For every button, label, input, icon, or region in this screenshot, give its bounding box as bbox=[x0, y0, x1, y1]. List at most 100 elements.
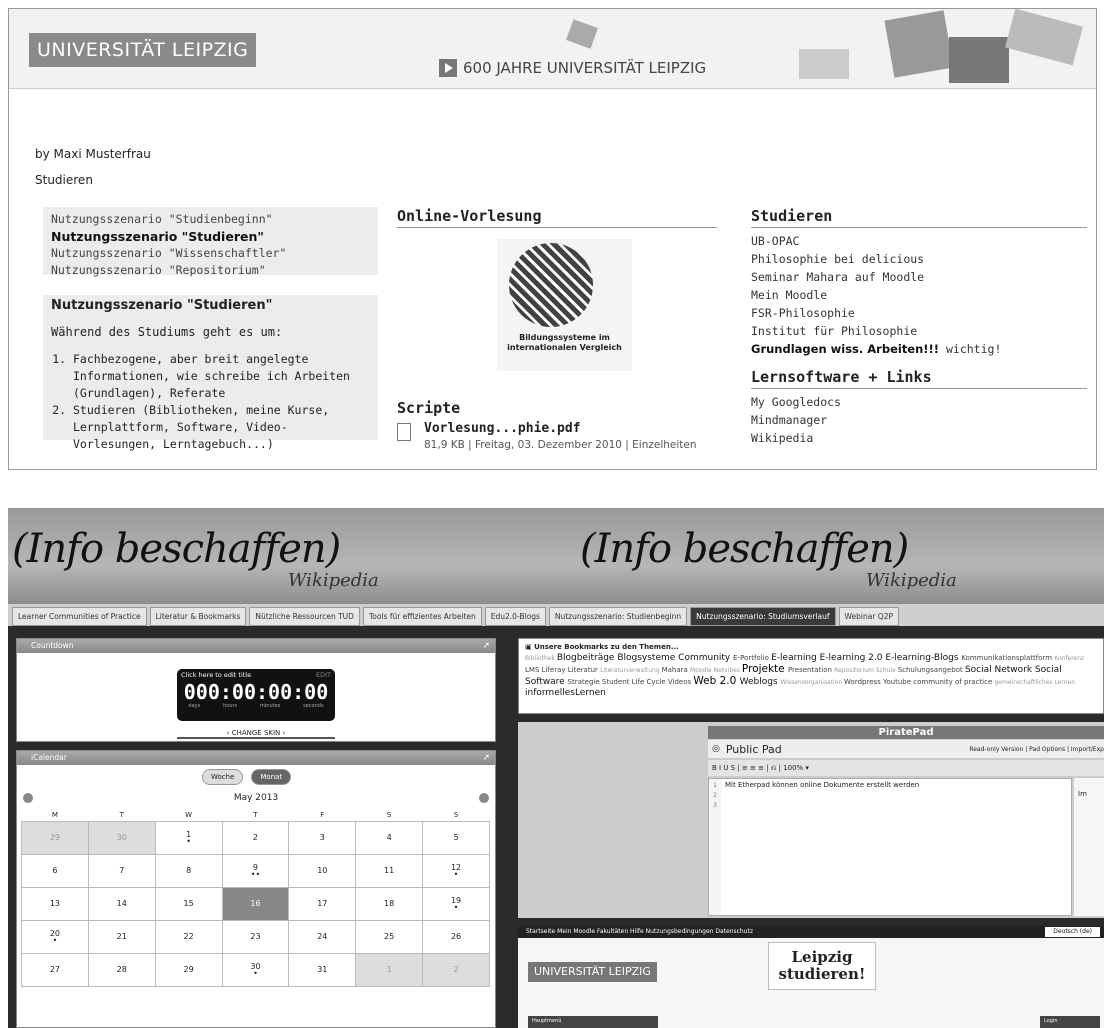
bookmark-tag[interactable]: Videos bbox=[668, 678, 693, 686]
script-file-link[interactable]: Vorlesung...phie.pdf bbox=[424, 421, 581, 436]
calendar-day[interactable]: 6 bbox=[21, 853, 89, 888]
bookmark-tag[interactable]: Blogsysteme bbox=[617, 653, 678, 663]
link-fsr-philosophie[interactable]: FSR-Philosophie bbox=[751, 304, 1087, 322]
calendar-day[interactable]: 27 bbox=[21, 952, 89, 987]
link-seminar-mahara[interactable]: Seminar Mahara auf Moodle bbox=[751, 268, 1087, 286]
bookmark-tag[interactable]: Weblogs bbox=[740, 677, 781, 687]
bookmark-tag[interactable]: Moodle bbox=[690, 667, 714, 674]
bookmark-tag[interactable]: E-learning-Blogs bbox=[885, 653, 961, 663]
bookmark-tag[interactable]: Liferay bbox=[542, 666, 568, 674]
bookmark-tag[interactable]: Presentation bbox=[788, 666, 834, 674]
link-ub-opac[interactable]: UB-OPAC bbox=[751, 232, 1087, 250]
calendar-day[interactable]: 2 bbox=[221, 820, 290, 855]
calendar-day[interactable]: 2 bbox=[422, 952, 490, 987]
link-philosophie-delicious[interactable]: Philosophie bei delicious bbox=[751, 250, 1087, 268]
bookmark-tag[interactable]: E-learning bbox=[771, 653, 820, 663]
calendar-day[interactable]: 1 • bbox=[154, 820, 223, 855]
tab-5[interactable]: Nutzungsszenario: Studienbeginn bbox=[548, 607, 688, 626]
bookmark-tag[interactable]: Wissensorganisation bbox=[781, 679, 845, 686]
pad-options[interactable]: Read-only Version | Pad Options | Import… bbox=[969, 746, 1104, 753]
bookmark-tag[interactable]: Netvibes bbox=[714, 667, 742, 674]
bookmark-tag[interactable]: LMS bbox=[525, 666, 542, 674]
bookmark-tag[interactable]: gemeinschaftliches Lernen bbox=[994, 679, 1075, 686]
calendar-day[interactable]: 22 bbox=[154, 919, 223, 954]
moodle-menu-links[interactable]: Startseite Mein Moodle Fakultäten Hilfe … bbox=[526, 928, 753, 935]
next-month-icon[interactable] bbox=[479, 793, 489, 803]
pad-toolbar[interactable]: B I U S | ≡ ≡ ≡ | ⎌ | 100% ▾ bbox=[708, 760, 1104, 776]
bookmark-tag[interactable]: E-Portfolio bbox=[733, 654, 771, 662]
bookmark-tag[interactable]: informellesLernen bbox=[525, 688, 606, 698]
pad-editor[interactable]: 1 2 3 Mit Etherpad können online Dokumen… bbox=[708, 778, 1072, 916]
bookmark-tag[interactable]: Projekte bbox=[742, 663, 788, 675]
tab-7[interactable]: Webinar Q2P bbox=[838, 607, 899, 626]
bookmark-tag[interactable]: Wordpress bbox=[844, 678, 883, 686]
link-wikipedia[interactable]: Wikipedia bbox=[751, 429, 1087, 447]
link-mein-moodle[interactable]: Mein Moodle bbox=[751, 286, 1087, 304]
calendar-day[interactable]: 19 • bbox=[422, 886, 490, 921]
moodle-university-logo[interactable]: UNIVERSITÄT LEIPZIG bbox=[528, 962, 657, 982]
calendar-day[interactable]: 25 bbox=[355, 919, 424, 954]
bookmark-tag[interactable]: Youtube bbox=[883, 678, 913, 686]
expand-icon[interactable]: ➚ bbox=[482, 639, 490, 653]
tab-1[interactable]: Literatur & Bookmarks bbox=[149, 607, 247, 626]
calendar-day[interactable]: 21 bbox=[87, 919, 156, 954]
tab-2[interactable]: Nützliche Ressourcen TUD bbox=[249, 607, 360, 626]
bookmark-tag[interactable]: Konferenz bbox=[1054, 655, 1084, 662]
nav-item-studieren[interactable]: Nutzungsszenario "Studieren" bbox=[43, 228, 378, 245]
calendar-day[interactable]: 29 bbox=[154, 952, 223, 987]
month-view-button[interactable]: Monat bbox=[251, 769, 292, 785]
bookmark-tag[interactable]: Community bbox=[678, 653, 733, 663]
language-select[interactable]: Deutsch (de) bbox=[1045, 927, 1100, 937]
calendar-day[interactable]: 30 • bbox=[221, 952, 290, 987]
calendar-day[interactable]: 7 bbox=[87, 853, 156, 888]
calendar-day[interactable]: 16 bbox=[221, 886, 290, 921]
calendar-day[interactable]: 20 • bbox=[21, 919, 89, 954]
link-institut-philosophie[interactable]: Institut für Philosophie bbox=[751, 322, 1087, 340]
calendar-day[interactable]: 26 bbox=[422, 919, 490, 954]
bookmark-tag[interactable]: Schulungsangebot bbox=[898, 666, 965, 674]
countdown-edit-link[interactable]: EDIT bbox=[316, 671, 331, 679]
calendar-day[interactable]: 12 • bbox=[422, 853, 490, 888]
week-view-button[interactable]: Woche bbox=[202, 769, 244, 785]
calendar-day[interactable]: 3 bbox=[288, 820, 357, 855]
bookmark-tag[interactable]: Literaturverwaltung bbox=[600, 667, 661, 674]
lecture-video-thumbnail[interactable]: Bildungssysteme im internationalen Vergl… bbox=[497, 239, 632, 371]
calendar-day[interactable]: 8 bbox=[154, 853, 223, 888]
author-name[interactable]: Maxi Musterfrau bbox=[54, 147, 151, 161]
calendar-day[interactable]: 30 bbox=[87, 820, 156, 855]
link-googledocs[interactable]: My Googledocs bbox=[751, 393, 1087, 411]
nav-item-studienbeginn[interactable]: Nutzungsszenario "Studienbeginn" bbox=[43, 211, 378, 228]
calendar-day[interactable]: 28 bbox=[87, 952, 156, 987]
tab-0[interactable]: Learner Communities of Practice bbox=[12, 607, 147, 626]
calendar-day[interactable]: 13 bbox=[21, 886, 89, 921]
nav-item-wissenschaftler[interactable]: Nutzungsszenario "Wissenschaftler" bbox=[43, 245, 378, 262]
university-logo[interactable]: UNIVERSITÄT LEIPZIG bbox=[29, 33, 257, 67]
bookmark-tag[interactable]: Schule bbox=[876, 667, 898, 674]
calendar-day[interactable]: 5 bbox=[422, 820, 490, 855]
calendar-day[interactable]: 15 bbox=[154, 886, 223, 921]
calendar-day[interactable]: 24 bbox=[288, 919, 357, 954]
tab-6[interactable]: Nutzungsszenario: Studiumsverlauf bbox=[690, 607, 836, 626]
expand-icon[interactable]: ➚ bbox=[482, 751, 490, 765]
calendar-day[interactable]: 11 bbox=[355, 853, 424, 888]
bookmark-tag[interactable]: Literatur bbox=[568, 666, 600, 674]
calendar-day[interactable]: 18 bbox=[355, 886, 424, 921]
calendar-day[interactable]: 4 bbox=[355, 820, 424, 855]
tab-4[interactable]: Edu2.0-Blogs bbox=[484, 607, 546, 626]
bookmark-tag[interactable]: community of practice bbox=[913, 678, 994, 686]
bookmark-tag[interactable]: Kommunikationsplattform bbox=[961, 654, 1054, 662]
tab-3[interactable]: Tools für effizientes Arbeiten bbox=[362, 607, 482, 626]
link-grundlagen[interactable]: Grundlagen wiss. Arbeiten!!! wichtig! bbox=[751, 340, 1087, 358]
nav-item-repositorium[interactable]: Nutzungsszenario "Repositorium" bbox=[43, 262, 378, 279]
bookmark-tag[interactable]: Social Network bbox=[965, 665, 1035, 675]
bookmark-tag[interactable]: Mahara bbox=[662, 666, 690, 674]
calendar-day[interactable]: 1 bbox=[355, 952, 424, 987]
bookmark-tag[interactable]: E-learning 2.0 bbox=[820, 653, 886, 663]
leipzig-studieren-banner[interactable]: Leipzig studieren! bbox=[768, 942, 876, 990]
bookmark-tag[interactable]: Student Life Cycle bbox=[602, 678, 668, 686]
change-skin-button[interactable]: ‹ CHANGE SKIN › bbox=[177, 729, 335, 739]
calendar-day[interactable]: 10 bbox=[288, 853, 357, 888]
anniversary-link[interactable]: 600 JAHRE UNIVERSITÄT LEIPZIG bbox=[439, 59, 706, 77]
bookmark-tag[interactable]: Bibliothek bbox=[525, 655, 557, 662]
bookmark-tag[interactable]: Strategie bbox=[568, 678, 602, 686]
